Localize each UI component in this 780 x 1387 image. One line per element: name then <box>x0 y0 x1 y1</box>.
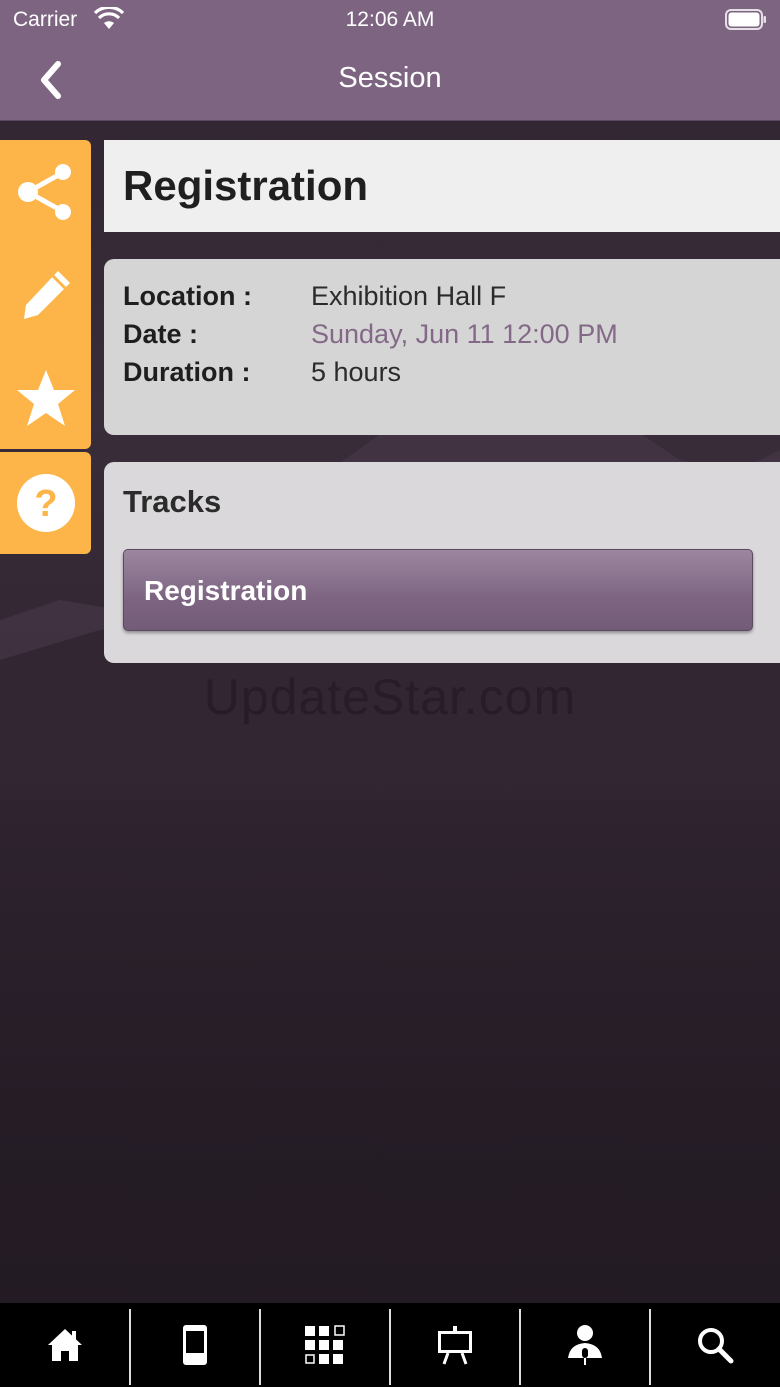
session-title-panel: Registration <box>104 140 780 232</box>
presentation-icon <box>438 1326 472 1365</box>
date-value[interactable]: Sunday, Jun 11 12:00 PM <box>311 319 618 350</box>
qr-grid-icon <box>305 1325 345 1364</box>
track-label: Registration <box>144 575 308 606</box>
pencil-icon <box>23 270 70 319</box>
session-title: Registration <box>123 162 369 209</box>
phone-icon <box>183 1325 207 1365</box>
date-label: Date : <box>123 319 199 349</box>
battery-icon <box>725 9 766 30</box>
home-icon <box>48 1329 82 1361</box>
watermark-text: UpdateStar.com <box>203 669 577 725</box>
location-label: Location : <box>123 281 252 311</box>
speaker-icon <box>568 1325 602 1365</box>
tracks-heading: Tracks <box>123 484 222 519</box>
edit-button[interactable] <box>0 243 91 346</box>
session-details-panel: Location : Exhibition Hall F Date : Sund… <box>104 259 780 435</box>
duration-value: 5 hours <box>311 357 402 387</box>
tracks-panel: Tracks Registration <box>104 462 780 663</box>
share-button[interactable] <box>0 140 91 243</box>
nav-bar: Session <box>0 40 780 121</box>
action-sidebar: ? <box>0 140 91 554</box>
help-icon: ? <box>16 474 75 532</box>
tab-presentations[interactable] <box>390 1303 520 1387</box>
nav-title: Session <box>338 62 442 94</box>
tab-speakers[interactable] <box>520 1303 650 1387</box>
clock: 12:06 AM <box>345 8 435 31</box>
star-icon <box>16 369 75 426</box>
svg-text:?: ? <box>34 483 57 525</box>
tab-search[interactable] <box>650 1303 780 1387</box>
tab-qr[interactable] <box>260 1303 390 1387</box>
favorite-button[interactable] <box>0 346 91 449</box>
tab-device[interactable] <box>130 1303 260 1387</box>
app-screen: Carrier 12:06 AM Session ? Registration … <box>0 0 780 1387</box>
bottom-tab-bar <box>0 1303 780 1387</box>
location-value: Exhibition Hall F <box>311 281 507 311</box>
tab-home[interactable] <box>0 1303 130 1387</box>
search-icon <box>698 1328 734 1364</box>
duration-label: Duration : <box>123 357 251 387</box>
status-bar: Carrier 12:06 AM <box>0 0 780 40</box>
track-registration-button[interactable]: Registration <box>123 549 753 631</box>
share-icon <box>17 163 71 220</box>
help-button[interactable]: ? <box>0 452 91 554</box>
